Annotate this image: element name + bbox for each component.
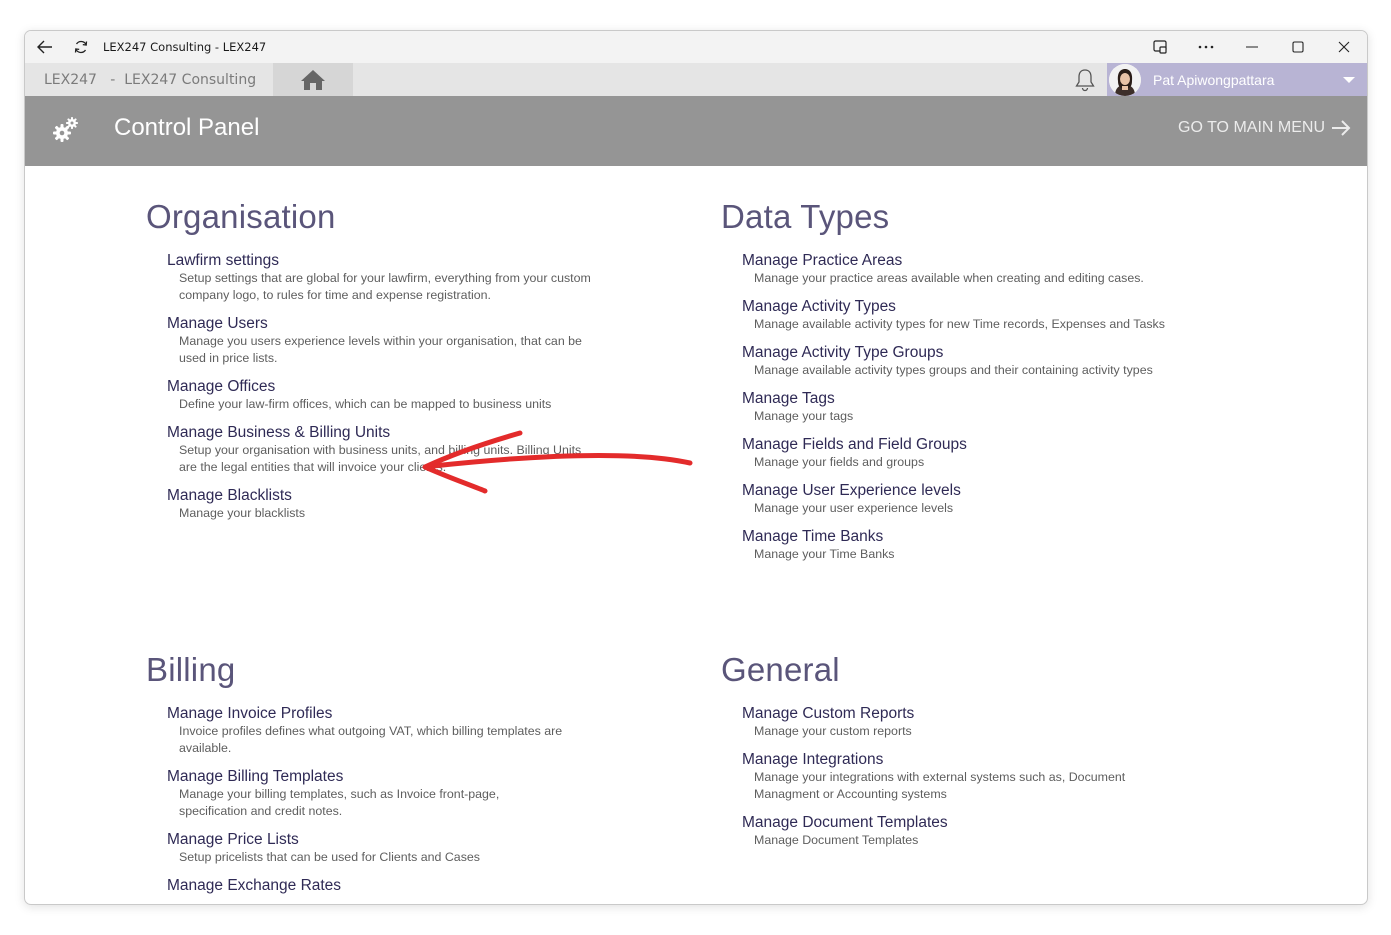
- section-title: Data Types: [721, 198, 890, 235]
- list-item: Manage Price Lists Setup pricelists that…: [167, 829, 606, 866]
- manage-integrations-link[interactable]: Manage Integrations: [742, 751, 883, 769]
- close-icon: [1338, 41, 1350, 53]
- manage-business-billing-units-link[interactable]: Manage Business & Billing Units: [167, 424, 390, 442]
- avatar-image: [1109, 63, 1141, 96]
- avatar: [1109, 63, 1141, 96]
- item-description: Manage your user experience levels: [754, 501, 954, 515]
- chevron-down-icon: [1343, 76, 1355, 83]
- list-item: Manage Activity Type Groups Manage avail…: [742, 342, 1181, 379]
- go-to-main-menu-link[interactable]: GO TO MAIN MENU: [1178, 119, 1351, 137]
- section-title: General: [721, 651, 840, 688]
- list-item: Manage Blacklists Manage your blacklists: [167, 485, 606, 522]
- home-icon: [301, 69, 325, 90]
- item-description: Manage you users experience levels withi…: [179, 334, 582, 365]
- home-button[interactable]: [273, 63, 353, 96]
- arrow-right-icon: [1332, 120, 1351, 136]
- item-description: Manage your integrations with external s…: [754, 770, 1126, 801]
- manage-users-link[interactable]: Manage Users: [167, 315, 268, 333]
- back-button[interactable]: [27, 31, 63, 63]
- list-item: Manage User Experience levels Manage you…: [742, 480, 1181, 517]
- window-title: LEX247 Consulting - LEX247: [103, 40, 267, 54]
- manage-tags-link[interactable]: Manage Tags: [742, 390, 835, 408]
- item-description: Setup pricelists that can be used for Cl…: [179, 850, 480, 864]
- minimize-icon: [1246, 46, 1258, 48]
- list-item: Manage Practice Areas Manage your practi…: [742, 250, 1181, 287]
- cast-button[interactable]: [1137, 31, 1183, 63]
- maximize-button[interactable]: [1275, 31, 1321, 63]
- manage-price-lists-link[interactable]: Manage Price Lists: [167, 831, 299, 849]
- item-description: Manage your billing templates, such as I…: [179, 787, 500, 818]
- minimize-button[interactable]: [1229, 31, 1275, 63]
- item-description: Manage your custom reports: [754, 724, 912, 738]
- manage-activity-types-link[interactable]: Manage Activity Types: [742, 298, 896, 316]
- list-item: Manage Document Templates Manage Documen…: [742, 812, 1181, 849]
- title-bar: LEX247 Consulting - LEX247: [25, 31, 1367, 63]
- manage-exchange-rates-link[interactable]: Manage Exchange Rates: [167, 877, 341, 895]
- list-item: Manage Invoice Profiles Invoice profiles…: [167, 703, 606, 757]
- manage-activity-type-groups-link[interactable]: Manage Activity Type Groups: [742, 344, 943, 362]
- item-description: Setup your organisation with business un…: [179, 443, 582, 474]
- user-menu[interactable]: Pat Apiwongpattara: [1107, 63, 1367, 96]
- manage-custom-reports-link[interactable]: Manage Custom Reports: [742, 705, 914, 723]
- list-item: Manage Exchange Rates: [167, 875, 606, 895]
- list-item: Manage Activity Types Manage available a…: [742, 296, 1181, 333]
- section-organisation: Organisation Lawfirm settings Setup sett…: [146, 198, 606, 531]
- list-item: Manage Billing Templates Manage your bil…: [167, 766, 606, 820]
- section-title: Billing: [146, 651, 236, 688]
- item-description: Manage your practice areas available whe…: [754, 271, 1144, 285]
- close-button[interactable]: [1321, 31, 1367, 63]
- item-description: Manage your Time Banks: [754, 547, 895, 561]
- list-item: Manage Fields and Field Groups Manage yo…: [742, 434, 1181, 471]
- section-billing: Billing Manage Invoice Profiles Invoice …: [146, 651, 606, 904]
- page-title: Control Panel: [114, 114, 260, 141]
- refresh-button[interactable]: [63, 31, 99, 63]
- manage-practice-areas-link[interactable]: Manage Practice Areas: [742, 252, 902, 270]
- notifications-button[interactable]: [1071, 67, 1099, 93]
- app-window: LEX247 Consulting - LEX247 LEX247 - LEX2…: [24, 30, 1368, 905]
- list-item: Manage Users Manage you users experience…: [167, 313, 606, 367]
- item-description: Manage your tags: [754, 409, 854, 423]
- manage-billing-templates-link[interactable]: Manage Billing Templates: [167, 768, 343, 786]
- manage-offices-link[interactable]: Manage Offices: [167, 378, 275, 396]
- manage-fields-link[interactable]: Manage Fields and Field Groups: [742, 436, 967, 454]
- manage-user-experience-levels-link[interactable]: Manage User Experience levels: [742, 482, 961, 500]
- manage-document-templates-link[interactable]: Manage Document Templates: [742, 814, 948, 832]
- item-description: Setup settings that are global for your …: [179, 271, 591, 302]
- item-description: Manage your fields and groups: [754, 455, 925, 469]
- back-arrow-icon: [37, 40, 52, 54]
- refresh-icon: [74, 40, 88, 54]
- app-bar: LEX247 - LEX247 Consulting Pat Apiwongpa…: [25, 63, 1367, 96]
- user-name: Pat Apiwongpattara: [1153, 71, 1275, 88]
- list-item: Manage Tags Manage your tags: [742, 388, 1181, 425]
- manage-blacklists-link[interactable]: Manage Blacklists: [167, 487, 292, 505]
- lawfirm-settings-link[interactable]: Lawfirm settings: [167, 252, 279, 270]
- section-title: Organisation: [146, 198, 336, 235]
- list-item: Lawfirm settings Setup settings that are…: [167, 250, 606, 304]
- main-menu-label: GO TO MAIN MENU: [1178, 119, 1325, 136]
- manage-invoice-profiles-link[interactable]: Manage Invoice Profiles: [167, 705, 332, 723]
- item-description: Manage your blacklists: [179, 506, 306, 520]
- control-panel-header: Control Panel GO TO MAIN MENU: [25, 96, 1367, 166]
- item-description: Manage available activity types groups a…: [754, 363, 1153, 377]
- bell-icon: [1075, 69, 1095, 92]
- gears-icon: [51, 114, 81, 144]
- list-item: Manage Offices Define your law-firm offi…: [167, 376, 606, 413]
- ellipsis-icon: [1198, 45, 1214, 49]
- list-item: Manage Time Banks Manage your Time Banks: [742, 526, 1181, 563]
- list-item: Manage Integrations Manage your integrat…: [742, 749, 1181, 803]
- breadcrumb: LEX247 - LEX247 Consulting: [44, 71, 257, 88]
- control-panel-content: Organisation Lawfirm settings Setup sett…: [25, 166, 1367, 904]
- item-description: Define your law-firm offices, which can …: [179, 397, 552, 411]
- item-description: Manage available activity types for new …: [754, 317, 1165, 331]
- list-item: Manage Business & Billing Units Setup yo…: [167, 422, 606, 476]
- section-data-types: Data Types Manage Practice Areas Manage …: [721, 198, 1181, 572]
- cast-icon: [1153, 40, 1167, 54]
- manage-time-banks-link[interactable]: Manage Time Banks: [742, 528, 883, 546]
- maximize-icon: [1292, 41, 1304, 53]
- item-description: Invoice profiles defines what outgoing V…: [179, 724, 563, 755]
- section-general: General Manage Custom Reports Manage you…: [721, 651, 1181, 858]
- more-options-button[interactable]: [1183, 31, 1229, 63]
- list-item: Manage Custom Reports Manage your custom…: [742, 703, 1181, 740]
- item-description: Manage Document Templates: [754, 833, 919, 847]
